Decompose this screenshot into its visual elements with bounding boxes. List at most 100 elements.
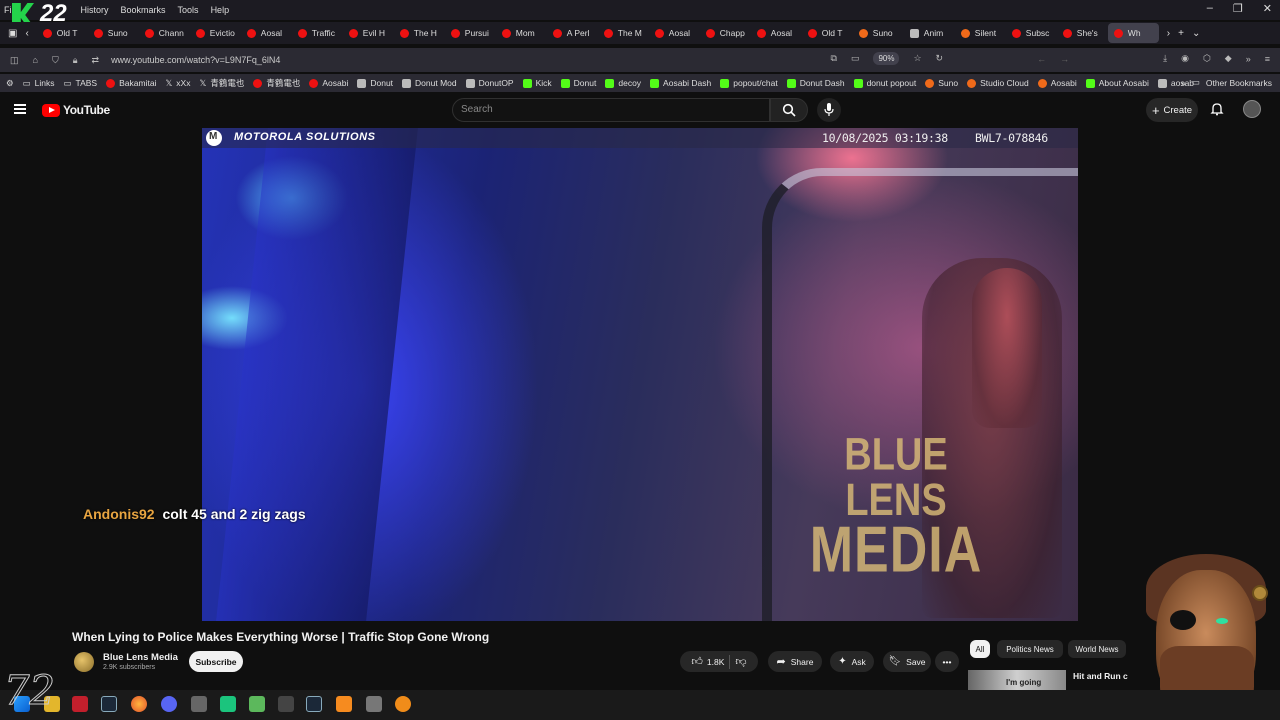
restore-icon[interactable]: ❐ [1233, 2, 1243, 15]
more-actions-button[interactable]: ••• [935, 651, 959, 672]
browser-tab[interactable]: Aosal [241, 28, 292, 38]
recommended-video-thumbnail[interactable]: I'm going [968, 670, 1066, 690]
close-icon[interactable]: ✕ [1263, 2, 1272, 15]
new-tab-icon[interactable]: + [1178, 28, 1184, 39]
account-icon[interactable]: ◉ [1181, 53, 1189, 64]
search-tool-icon[interactable] [395, 696, 411, 712]
controller-icon[interactable] [366, 696, 382, 712]
subscribe-button[interactable]: Subscribe [189, 651, 243, 672]
picture-in-picture-icon[interactable]: ⧉ [831, 53, 837, 64]
share-button[interactable]: ➦ Share [768, 651, 822, 672]
tab-list-dropdown-icon[interactable]: ⌄ [1192, 28, 1200, 39]
steam-icon[interactable] [101, 696, 117, 712]
browser-tab[interactable]: Chann [139, 28, 190, 38]
user-avatar[interactable] [1243, 100, 1261, 118]
browser-tab[interactable]: Chapp [700, 28, 751, 38]
browser-tab[interactable]: Old T [37, 28, 88, 38]
notepad-icon[interactable] [249, 696, 265, 712]
channel-name[interactable]: Blue Lens Media [103, 652, 178, 663]
shield-icon[interactable]: ⛉ [52, 55, 59, 66]
search-button[interactable] [770, 98, 808, 122]
bookmark-item[interactable]: 青鶴電也 [253, 77, 300, 89]
ask-button[interactable]: ✦ Ask [830, 651, 874, 672]
screenshot-icon[interactable]: ▭ [851, 53, 860, 64]
menu-history[interactable]: History [81, 5, 109, 15]
like-button[interactable]: 👍︎ 1.8K [691, 655, 724, 668]
browser-tab[interactable]: Mom [496, 28, 547, 38]
bookmark-item[interactable]: Aosabi [309, 78, 348, 88]
recommended-video-title[interactable]: Hit and Run c [1073, 671, 1128, 681]
tab-scroll-left-icon[interactable]: ‹ [25, 28, 28, 39]
bookmark-item[interactable]: DonutOP [465, 78, 514, 88]
overflow-menu-icon[interactable]: » [1246, 54, 1251, 64]
bookmark-item[interactable]: Kick [522, 78, 552, 88]
vlc-icon[interactable] [336, 696, 352, 712]
bookmark-star-icon[interactable]: ☆ [913, 53, 921, 64]
download-icon[interactable]: ⤓ [1163, 53, 1167, 64]
browser-tab[interactable]: Traffic [292, 28, 343, 38]
firefox-icon[interactable] [131, 696, 147, 712]
sidebar-icon[interactable]: ◫ [10, 55, 19, 66]
browser-tab[interactable]: Evictio [190, 28, 241, 38]
discord-icon[interactable] [161, 696, 177, 712]
back-icon[interactable]: ← [1037, 54, 1046, 64]
channel-avatar[interactable] [74, 652, 94, 672]
browser-tab[interactable]: The M [598, 28, 649, 38]
extension-badge-icon[interactable]: ◆ [1225, 53, 1232, 64]
browser-tab[interactable]: She's [1057, 28, 1108, 38]
steam-icon[interactable] [306, 696, 322, 712]
browser-tab-active[interactable]: Wh [1107, 23, 1159, 43]
app-shortcut-icon[interactable] [72, 696, 88, 712]
bookmark-item[interactable]: Donut [357, 78, 393, 88]
search-input[interactable]: Search [452, 98, 770, 122]
menu-tools[interactable]: Tools [178, 5, 199, 15]
bookmark-item[interactable]: 𝕏xXx [165, 78, 190, 89]
menu-bookmarks[interactable]: Bookmarks [121, 5, 166, 15]
other-bookmarks[interactable]: » ▭ Other Bookmarks [1181, 77, 1272, 88]
bookmark-item[interactable]: donut popout [853, 78, 916, 88]
bookmark-item[interactable]: Donut Dash [786, 78, 845, 88]
browser-tab[interactable]: Subsc [1006, 28, 1057, 38]
utility-icon[interactable] [278, 696, 294, 712]
bookmark-item[interactable]: Donut [560, 78, 596, 88]
minimize-icon[interactable]: – [1207, 2, 1213, 15]
browser-tab[interactable]: A Perl [547, 28, 598, 38]
youtube-logo[interactable]: YouTube [42, 103, 110, 117]
bookmark-item[interactable]: Aosabi Dash [650, 78, 711, 88]
extensions-icon[interactable]: ⬡ [1203, 53, 1211, 64]
browser-tab[interactable]: Anim [904, 28, 955, 38]
video-player[interactable]: MOTOROLA SOLUTIONS 10/08/2025 03:19:38 B… [202, 128, 1078, 621]
bookmark-item[interactable]: decoy [605, 78, 641, 88]
bookmark-item[interactable]: popout/chat [720, 78, 778, 88]
notifications-bell-icon[interactable] [1210, 102, 1224, 116]
bookmark-folder[interactable]: ▭ Links [23, 78, 55, 89]
browser-tab[interactable]: Old T [802, 28, 853, 38]
forward-icon[interactable]: → [1060, 54, 1069, 64]
bookmark-item[interactable]: Bakamitai [106, 78, 156, 88]
browser-tab[interactable]: Aosal [649, 28, 700, 38]
tab-scroll-right-icon[interactable]: › [1167, 28, 1170, 39]
create-button[interactable]: + Create [1146, 98, 1198, 122]
browser-tab[interactable]: Silent [955, 28, 1006, 38]
browser-tab[interactable]: Suno [853, 28, 904, 38]
lock-icon[interactable]: 🔒︎ [73, 55, 78, 66]
chip-world-news[interactable]: World News [1068, 640, 1126, 658]
game-icon[interactable] [191, 696, 207, 712]
browser-tab[interactable]: Pursui [445, 28, 496, 38]
bookmark-item[interactable]: Donut Mod [402, 78, 457, 88]
zoom-level[interactable]: 90% [873, 52, 900, 65]
browser-tab[interactable]: Suno [88, 28, 139, 38]
voice-search-button[interactable] [817, 98, 841, 122]
bookmark-manager-icon[interactable]: ⚙ [6, 78, 14, 89]
menu-help[interactable]: Help [211, 5, 230, 15]
browser-tab[interactable]: Aosal [751, 28, 802, 38]
browser-tab[interactable]: The H [394, 28, 445, 38]
reload-icon[interactable]: ↻ [936, 53, 944, 64]
chip-all[interactable]: All [970, 640, 990, 658]
bookmark-item[interactable]: About Aosabi [1085, 78, 1149, 88]
bookmark-folder[interactable]: ▭ TABS [64, 78, 98, 89]
chat-app-icon[interactable] [220, 696, 236, 712]
chip-politics-news[interactable]: Politics News [997, 640, 1063, 658]
tab-list-icon[interactable]: ▣ [8, 28, 17, 39]
app-menu-icon[interactable]: ≡ [1265, 54, 1270, 64]
